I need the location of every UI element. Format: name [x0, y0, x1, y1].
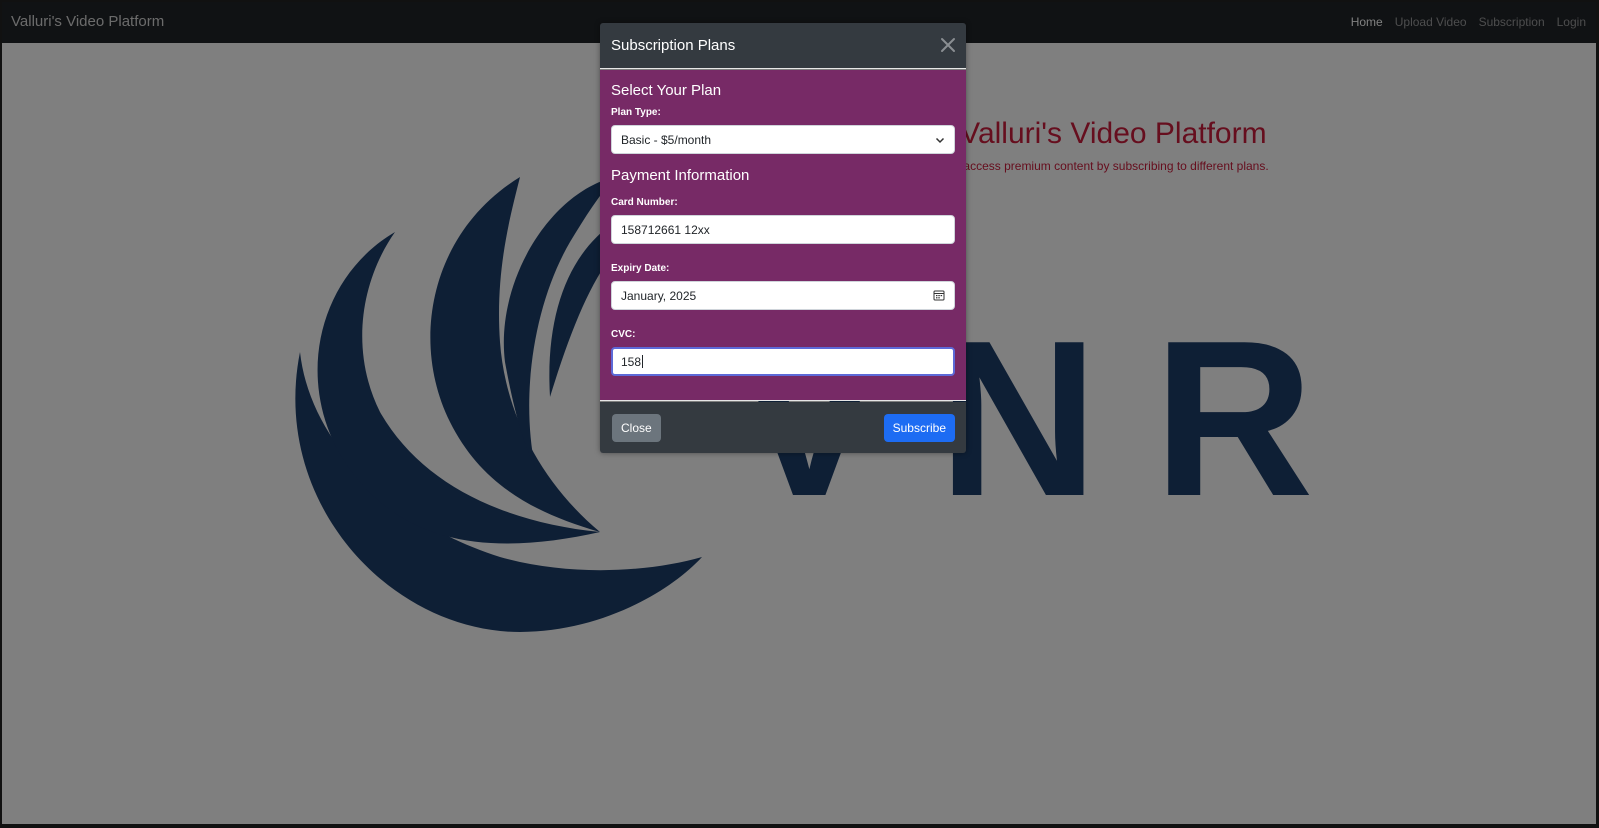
plan-section-heading: Select Your Plan — [611, 82, 722, 99]
cvc-value: 158 — [621, 355, 642, 369]
card-number-input[interactable]: 158712661 12xx — [611, 215, 955, 244]
close-icon[interactable] — [939, 36, 957, 54]
text-caret — [642, 355, 644, 368]
page: Valluri's Video Platform Home Upload Vid… — [2, 2, 1596, 824]
modal-title: Subscription Plans — [611, 37, 736, 54]
plan-type-select[interactable]: Basic - $5/month — [611, 125, 955, 154]
modal-footer: Close Subscribe — [600, 402, 966, 453]
subscribe-button[interactable]: Subscribe — [883, 414, 955, 442]
modal-header: Subscription Plans — [600, 23, 966, 69]
payment-section-heading: Payment Information — [611, 167, 750, 184]
cvc-input[interactable]: 158 — [611, 347, 955, 376]
cvc-label: CVC: — [611, 329, 636, 340]
close-button[interactable]: Close — [612, 414, 661, 442]
modal-body: Select Your Plan Plan Type: Basic - $5/m… — [600, 70, 966, 401]
card-number-value: 158712661 12xx — [621, 223, 710, 237]
browser-frame: Valluri's Video Platform Home Upload Vid… — [0, 0, 1599, 828]
card-number-label: Card Number: — [611, 197, 678, 208]
expiry-date-label: Expiry Date: — [611, 263, 670, 274]
subscription-modal: Subscription Plans Select Your Plan Plan… — [600, 23, 966, 453]
chevron-down-icon — [935, 137, 945, 144]
calendar-icon[interactable] — [933, 289, 945, 301]
plan-type-label: Plan Type: — [611, 107, 661, 118]
plan-type-value: Basic - $5/month — [621, 133, 712, 147]
expiry-date-value: January, 2025 — [621, 289, 697, 303]
expiry-date-input[interactable]: January, 2025 — [611, 281, 955, 310]
